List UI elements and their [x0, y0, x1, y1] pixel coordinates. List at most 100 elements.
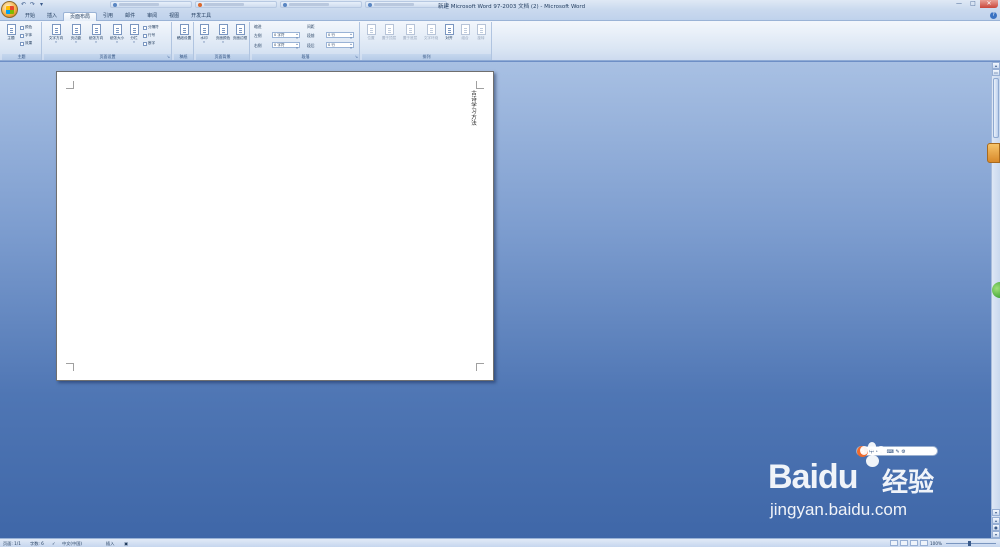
tab-view[interactable]: 视图 — [163, 12, 185, 21]
spacing-after-input[interactable]: 0 行 — [326, 42, 354, 50]
zoom-level[interactable]: 100% — [930, 541, 942, 546]
full-screen-view-icon[interactable] — [900, 540, 908, 546]
text-direction-icon — [51, 24, 61, 35]
office-button[interactable] — [1, 1, 18, 18]
position-button[interactable]: 位置 — [363, 24, 379, 40]
side-widget-icon[interactable] — [987, 143, 1000, 163]
crop-mark — [66, 81, 74, 89]
orientation-button[interactable]: 纸张方向 ▾ — [86, 24, 106, 44]
paper-size-icon — [112, 24, 122, 35]
next-page-button[interactable]: ▾ — [992, 531, 1000, 538]
theme-effects-button[interactable]: 效果 — [20, 41, 32, 46]
page-borders-button[interactable]: 页面边框 — [232, 24, 248, 40]
taskbar-item[interactable] — [110, 1, 192, 8]
app-icon — [368, 2, 372, 7]
group-theme: 主题 颜色 字体 效果 主题 — [2, 22, 42, 60]
ruler-toggle-button[interactable]: ▭ — [992, 69, 1000, 76]
group-label: 主题 — [2, 54, 41, 60]
outline-view-icon[interactable] — [920, 540, 928, 546]
maximize-button[interactable]: □ — [966, 0, 980, 8]
rotate-button[interactable]: 旋转 — [473, 24, 489, 40]
page-borders-icon — [235, 24, 245, 35]
dialog-launcher-icon[interactable]: ↘ — [355, 54, 358, 59]
web-layout-view-icon[interactable] — [910, 540, 918, 546]
group-button[interactable]: 组合 — [457, 24, 473, 40]
margins-button[interactable]: 页边距 ▾ — [68, 24, 84, 44]
previous-page-button[interactable]: ▴ — [992, 517, 1000, 524]
group-label: 页面背景 — [196, 54, 249, 60]
print-layout-view-icon[interactable] — [890, 540, 898, 546]
bring-front-icon — [384, 24, 394, 35]
group-icon — [460, 24, 470, 35]
text-direction-button[interactable]: 文字方向 ▾ — [46, 24, 66, 44]
tab-review[interactable]: 审阅 — [141, 12, 163, 21]
indent-left-input[interactable]: 0 字符 — [272, 32, 300, 40]
help-icon[interactable]: ? — [990, 12, 997, 19]
watermark-icon — [199, 24, 209, 35]
tab-page-layout[interactable]: 页面布局 — [63, 12, 98, 21]
group-page-background: 水印 ▾ 页面颜色 ▾ 页面边框 页面背景 — [196, 22, 250, 60]
watermark-jingyan: 经验 — [882, 468, 935, 498]
tab-home[interactable]: 开始 — [19, 12, 41, 21]
align-icon — [444, 24, 454, 35]
status-insert-mode[interactable]: 插入 — [106, 541, 114, 547]
window-controls: — □ ✕ — [952, 0, 998, 8]
customize-qat-icon[interactable]: ▾ — [38, 1, 45, 8]
status-page[interactable]: 页面: 1/1 — [3, 541, 21, 547]
status-word-count[interactable]: 字数: 6 — [30, 541, 44, 547]
hyphenation-button[interactable]: 断字 — [143, 41, 155, 46]
tab-mailings[interactable]: 邮件 — [119, 12, 141, 21]
tab-insert[interactable]: 插入 — [41, 12, 63, 21]
taskbar-item[interactable] — [365, 1, 447, 8]
send-to-back-button[interactable]: 置于底层 — [400, 24, 420, 40]
watermark-button[interactable]: 水印 ▾ — [196, 24, 212, 44]
scroll-down-button[interactable]: ▾ — [992, 509, 1000, 516]
theme-fonts-button[interactable]: 字体 — [20, 33, 32, 38]
zoom-slider[interactable] — [946, 543, 996, 544]
spacing-after-label: 段后 — [307, 43, 315, 48]
document-page[interactable]: 古诗学习方法 — [56, 71, 494, 381]
draft-settings-button[interactable]: 稿纸设置 — [176, 24, 192, 40]
tab-references[interactable]: 引用 — [97, 12, 119, 21]
draft-paper-icon — [179, 24, 189, 35]
spacing-before-input[interactable]: 0 行 — [326, 32, 354, 40]
group-label: 稿纸 — [174, 54, 193, 60]
status-language[interactable]: 中文(中国) — [62, 541, 82, 547]
redo-icon[interactable]: ↷ — [29, 1, 36, 8]
paper-size-button[interactable]: 纸张大小 ▾ — [107, 24, 127, 44]
align-button[interactable]: 对齐 — [441, 24, 457, 40]
close-button[interactable]: ✕ — [980, 0, 998, 8]
zoom-slider-thumb[interactable] — [968, 541, 971, 546]
crop-mark — [476, 81, 484, 89]
hyphenation-icon — [143, 41, 147, 46]
page-color-button[interactable]: 页面颜色 ▾ — [214, 24, 232, 44]
themes-button[interactable]: 主题 — [3, 24, 19, 40]
undo-icon[interactable]: ↶ — [20, 1, 27, 8]
taskbar-item[interactable] — [280, 1, 362, 8]
select-browse-object-button[interactable]: ● — [992, 524, 1000, 531]
proofing-icon[interactable]: ✓ — [52, 541, 56, 546]
scroll-thumb[interactable] — [993, 78, 999, 138]
group-label: 排列 — [362, 54, 491, 60]
themes-icon — [6, 24, 16, 35]
taskbar-blurred-tabs — [110, 1, 447, 8]
text-wrap-button[interactable]: 文字环绕 — [421, 24, 441, 40]
app-icon — [283, 2, 287, 7]
vertical-scrollbar[interactable]: ▴ ▭ ▾ ▴ ● ▾ — [991, 62, 1000, 538]
line-numbers-button[interactable]: 行号 — [143, 33, 155, 38]
group-draft-paper: 稿纸设置 稿纸 — [174, 22, 194, 60]
indent-right-input[interactable]: 0 字符 — [272, 42, 300, 50]
macro-record-icon[interactable]: ▣ — [124, 541, 128, 546]
theme-colors-button[interactable]: 颜色 — [20, 25, 32, 30]
minimize-button[interactable]: — — [952, 0, 966, 8]
dialog-launcher-icon[interactable]: ↘ — [167, 54, 170, 59]
bring-to-front-button[interactable]: 置于顶层 — [379, 24, 399, 40]
breaks-button[interactable]: 分隔符 — [143, 25, 159, 30]
scroll-up-button[interactable]: ▴ — [992, 62, 1000, 69]
document-vertical-text[interactable]: 古诗学习方法 — [469, 90, 477, 126]
columns-button[interactable]: 分栏 ▾ — [126, 24, 142, 44]
watermark-brand: Baidu — [768, 458, 858, 496]
tab-developer[interactable]: 开发工具 — [185, 12, 217, 21]
taskbar-item[interactable] — [195, 1, 277, 8]
ribbon-tab-row: 开始 插入 页面布局 引用 邮件 审阅 视图 开发工具 ? — [0, 10, 1000, 21]
